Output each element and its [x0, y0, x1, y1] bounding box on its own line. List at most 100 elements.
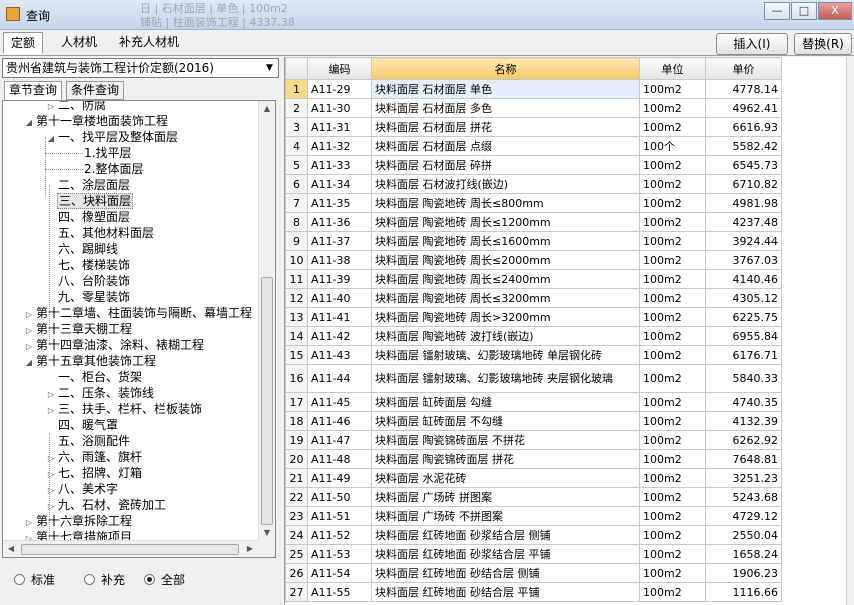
header-price[interactable]: 单价 — [705, 57, 782, 80]
tree-node[interactable]: 2.整体面层 — [71, 161, 144, 177]
table-row[interactable]: 20 A11-48 块料面层 陶瓷锦砖面层 拼花 100m2 7648.81 — [285, 449, 782, 469]
table-row[interactable]: 17 A11-45 块料面层 缸砖面层 勾缝 100m2 4740.35 — [285, 392, 782, 412]
scroll-up-icon[interactable]: ▲ — [259, 101, 275, 117]
tab-quota[interactable]: 定额 — [3, 32, 44, 54]
tree-node[interactable]: ◢ 一、找平层及整体面层 — [45, 129, 179, 145]
tree-vertical-scrollbar[interactable]: ▲ ▼ — [258, 101, 275, 541]
code-cell: A11-52 — [307, 525, 372, 545]
table-row[interactable]: 23 A11-51 块料面层 广场砖 不拼图案 100m2 4729.12 — [285, 506, 782, 526]
header-row-number[interactable] — [285, 57, 308, 80]
table-row[interactable]: 8 A11-36 块料面层 陶瓷地砖 周长≤1200mm 100m2 4237.48 — [285, 212, 782, 232]
table-row[interactable]: 15 A11-43 块料面层 镭射玻璃、幻影玻璃地砖 单层钢化砖 100m2 6176.… — [285, 345, 782, 365]
tree-node[interactable]: 四、暖气罩 — [45, 417, 119, 433]
code-cell: A11-35 — [307, 193, 372, 213]
tree-node[interactable]: 一、柜台、货架 — [45, 369, 143, 385]
quota-library-select[interactable]: 贵州省建筑与装饰工程计价定额(2016) ▼ — [2, 58, 279, 78]
header-name[interactable]: 名称 — [371, 57, 640, 80]
table-row[interactable]: 2 A11-30 块料面层 石材面层 多色 100m2 4962.41 — [285, 98, 782, 118]
table-row[interactable]: 22 A11-50 块料面层 广场砖 拼图案 100m2 5243.68 — [285, 487, 782, 507]
minimize-button[interactable]: — — [764, 2, 790, 20]
table-row[interactable]: 21 A11-49 块料面层 水泥花砖 100m2 3251.23 — [285, 468, 782, 488]
scroll-left-icon[interactable]: ◀ — [3, 541, 19, 557]
table-row[interactable]: 1 A11-29 块料面层 石材面层 单色 100m2 4778.14 — [285, 79, 782, 99]
tree-node[interactable]: 二、涂层面层 — [45, 177, 131, 193]
price-cell: 1906.23 — [705, 563, 782, 583]
name-cell: 块料面层 陶瓷地砖 周长≤2000mm — [371, 250, 640, 270]
table-row[interactable]: 24 A11-52 块料面层 红砖地面 砂浆结合层 侧铺 100m2 2550.04 — [285, 525, 782, 545]
tree-node[interactable]: ▷ 九、石材、瓷砖加工 — [45, 497, 167, 513]
code-cell: A11-42 — [307, 326, 372, 346]
table-vertical-scrollbar[interactable] — [846, 57, 854, 605]
tree-node[interactable]: ◢ 第十一章楼地面装饰工程 — [23, 113, 169, 129]
tree-node[interactable]: 五、浴厕配件 — [45, 433, 131, 449]
chevron-down-icon[interactable]: ▼ — [261, 59, 278, 77]
tree-node[interactable]: ▷ 第十三章天棚工程 — [23, 321, 133, 337]
table-row[interactable]: 18 A11-46 块料面层 缸砖面层 不勾缝 100m2 4132.39 — [285, 411, 782, 431]
table-row[interactable]: 14 A11-42 块料面层 陶瓷地砖 波打线(嵌边) 100m2 6955.84 — [285, 326, 782, 346]
tree-node[interactable]: 五、其他材料面层 — [45, 225, 155, 241]
tree-horizontal-scrollbar[interactable]: ◀ ▶ — [3, 540, 258, 557]
table-row[interactable]: 13 A11-41 块料面层 陶瓷地砖 周长>3200mm 100m2 6225.75 — [285, 307, 782, 327]
radio-all[interactable]: 全部 — [144, 571, 185, 588]
table-row[interactable]: 7 A11-35 块料面层 陶瓷地砖 周长≤800mm 100m2 4981.98 — [285, 193, 782, 213]
header-code[interactable]: 编码 — [307, 57, 372, 80]
collapse-triangle-icon[interactable]: ◢ — [45, 131, 57, 147]
tree-hscroll-thumb[interactable] — [21, 544, 239, 555]
tree-node[interactable]: ▷ 二、压条、装饰线 — [45, 385, 155, 401]
tree-node[interactable]: ▷ 第十四章油漆、涂料、裱糊工程 — [23, 337, 205, 353]
table-row[interactable]: 19 A11-47 块料面层 陶瓷锦砖面层 不拼花 100m2 6262.92 — [285, 430, 782, 450]
scroll-down-icon[interactable]: ▼ — [259, 525, 275, 541]
table-row[interactable]: 9 A11-37 块料面层 陶瓷地砖 周长≤1600mm 100m2 3924.44 — [285, 231, 782, 251]
table-row[interactable]: 11 A11-39 块料面层 陶瓷地砖 周长≤2400mm 100m2 4140.46 — [285, 269, 782, 289]
tree-node[interactable]: ▷ 第十六章拆除工程 — [23, 513, 133, 529]
insert-button[interactable]: 插入(I) — [716, 33, 788, 55]
tree-node[interactable]: ◢ 第十五章其他装饰工程 — [23, 353, 157, 369]
tree-node[interactable]: ▷ 七、招牌、灯箱 — [45, 465, 143, 481]
table-row[interactable]: 3 A11-31 块料面层 石材面层 拼花 100m2 6616.93 — [285, 117, 782, 137]
code-cell: A11-37 — [307, 231, 372, 251]
tree-node[interactable]: ▷ 二、防腐 — [45, 101, 107, 113]
tree-node[interactable]: ▷ 第十二章墙、柱面装饰与隔断、幕墙工程 — [23, 305, 253, 321]
radio-standard[interactable]: 标准 — [14, 571, 55, 588]
tree-scroll-thumb[interactable] — [261, 277, 273, 525]
table-row[interactable]: 4 A11-32 块料面层 石材面层 点缀 100个 5582.42 — [285, 136, 782, 156]
table-row[interactable]: 6 A11-34 块料面层 石材波打线(嵌边) 100m2 6710.82 — [285, 174, 782, 194]
table-row[interactable]: 27 A11-55 块料面层 红砖地面 砂结合层 平铺 100m2 1116.66 — [285, 582, 782, 602]
table-row[interactable]: 25 A11-53 块料面层 红砖地面 砂浆结合层 平铺 100m2 1658.24 — [285, 544, 782, 564]
table-row[interactable]: 16 A11-44 块料面层 镭射玻璃、幻影玻璃地砖 夹层钢化玻璃 100m2 5840… — [285, 364, 782, 393]
tree-node-label: 九、石材、瓷砖加工 — [58, 498, 167, 512]
table-row[interactable]: 5 A11-33 块料面层 石材面层 碎拼 100m2 6545.73 — [285, 155, 782, 175]
tab-condition-query[interactable]: 条件查询 — [66, 81, 125, 100]
restore-button[interactable]: □ — [791, 2, 817, 20]
tab-supplement-labor-material[interactable]: 补充人材机 — [112, 32, 186, 54]
table-row[interactable]: 12 A11-40 块料面层 陶瓷地砖 周长≤3200mm 100m2 4305.12 — [285, 288, 782, 308]
radio-circle-icon[interactable] — [14, 574, 25, 585]
radio-supplement[interactable]: 补充 — [84, 571, 125, 588]
table-row[interactable]: 10 A11-38 块料面层 陶瓷地砖 周长≤2000mm 100m2 3767.03 — [285, 250, 782, 270]
collapse-triangle-icon[interactable]: ◢ — [23, 115, 35, 131]
table-row[interactable]: 26 A11-54 块料面层 红砖地面 砂结合层 侧铺 100m2 1906.23 — [285, 563, 782, 583]
tree-node[interactable]: 四、橡塑面层 — [45, 209, 131, 225]
radio-circle-icon[interactable] — [144, 574, 155, 585]
code-cell: A11-48 — [307, 449, 372, 469]
tree-node-label: 六、雨篷、旗杆 — [58, 450, 143, 464]
tab-chapter-query[interactable]: 章节查询 — [4, 81, 63, 100]
radio-circle-icon[interactable] — [84, 574, 95, 585]
header-unit[interactable]: 单位 — [639, 57, 706, 80]
tree-node[interactable]: 八、台阶装饰 — [45, 273, 131, 289]
tree-node[interactable]: ▷ 六、雨篷、旗杆 — [45, 449, 143, 465]
code-cell: A11-30 — [307, 98, 372, 118]
scroll-right-icon[interactable]: ▶ — [242, 541, 258, 557]
tree-node[interactable]: 七、楼梯装饰 — [45, 257, 131, 273]
close-button[interactable]: X — [818, 2, 852, 20]
replace-button[interactable]: 替换(R) — [794, 33, 852, 55]
tree-node[interactable]: 三、块料面层 — [45, 193, 134, 209]
tree-node[interactable]: 九、零星装饰 — [45, 289, 131, 305]
collapse-triangle-icon[interactable]: ◢ — [23, 355, 35, 371]
tree-node[interactable]: 1.找平层 — [71, 145, 132, 161]
tree-node[interactable]: ▷ 八、美术字 — [45, 481, 119, 497]
unit-cell: 100m2 — [639, 307, 706, 327]
tree-node[interactable]: ▷ 三、扶手、栏杆、栏板装饰 — [45, 401, 203, 417]
tree-node[interactable]: 六、踢脚线 — [45, 241, 119, 257]
tab-labor-material[interactable]: 人材机 — [54, 32, 104, 54]
